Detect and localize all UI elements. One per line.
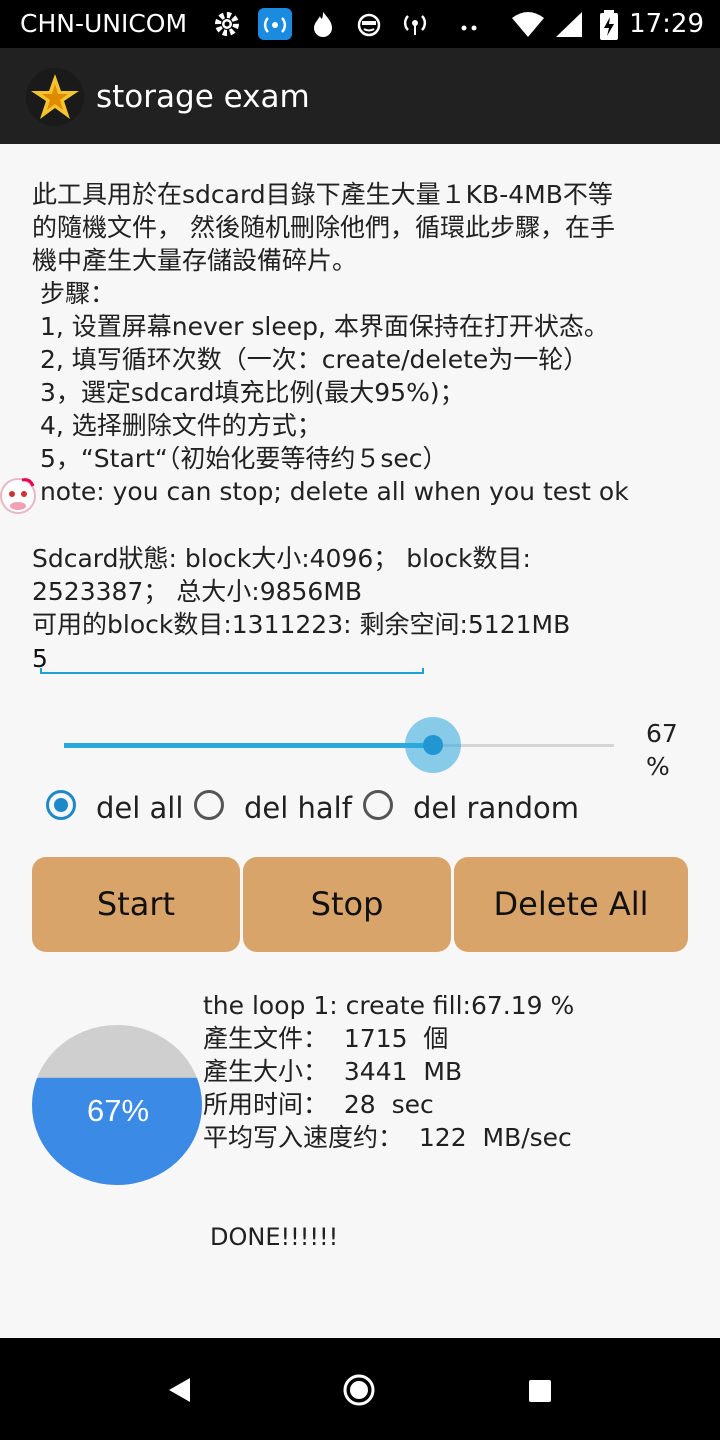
sdcard-status: Sdcard狀態: block大小:4096； block数目: 2523387…	[32, 542, 692, 641]
stats-line: 平均写入速度约： 122 MB/sec	[203, 1123, 572, 1152]
pie-percent-label: 67%	[87, 1093, 149, 1128]
signal-broadcast-icon	[400, 10, 430, 38]
instruction-line: 1, 设置屏幕never sleep, 本界面保持在打开状态。	[32, 312, 609, 341]
radio-label: del half	[244, 791, 352, 825]
instruction-line: 2, 填写循环次数（一次：create/delete为一轮）	[32, 345, 589, 374]
stats-line: 所用时间： 28 sec	[203, 1090, 434, 1119]
loop-count-input[interactable]: 5	[32, 644, 424, 674]
status-time: 17:29	[629, 9, 704, 39]
slider-fill	[64, 743, 433, 748]
instruction-line: 5，“Start“（初始化要等待约５sec）	[32, 444, 448, 473]
slider-value-label: 67	[646, 719, 678, 748]
sdcard-status-line: 可用的block数目:1311223: 剩余空间:5121MB	[32, 610, 571, 639]
status-bar: CHN-UNICOM 17:29	[0, 0, 720, 48]
main-content: 此工具用於在sdcard目錄下產生大量１KB-4MB不等 的隨機文件， 然後随机…	[0, 144, 720, 1338]
stats-line: the loop 1: create fill:67.19 %	[203, 991, 575, 1020]
radio-button-icon	[46, 790, 76, 820]
back-icon[interactable]	[166, 1376, 194, 1404]
instruction-line: 步驟：	[32, 279, 115, 308]
slider-unit-label: %	[646, 752, 670, 781]
carrier-name: CHN-UNICOM	[20, 9, 188, 38]
stop-button[interactable]: Stop	[243, 857, 451, 952]
instruction-line: 此工具用於在sdcard目錄下產生大量１KB-4MB不等	[32, 180, 613, 209]
home-icon[interactable]	[342, 1373, 376, 1407]
instructions-text: 此工具用於在sdcard目錄下產生大量１KB-4MB不等 的隨機文件， 然後随机…	[32, 178, 692, 508]
instruction-line: 機中產生大量存儲設備碎片。	[32, 246, 358, 275]
radio-button-icon	[194, 790, 224, 820]
fill-ratio-slider[interactable]	[64, 717, 614, 773]
app-bar: storage exam	[0, 48, 720, 144]
radio-label: del all	[96, 791, 184, 825]
navigation-bar	[0, 1338, 720, 1440]
recent-apps-icon[interactable]	[527, 1378, 553, 1404]
slider-thumb[interactable]	[423, 735, 443, 755]
fill-progress-pie: 67%	[32, 1025, 202, 1185]
signal-icon	[554, 10, 584, 38]
face-icon	[354, 10, 384, 38]
start-button[interactable]: Start	[32, 857, 240, 952]
sdcard-status-line: 2523387； 总大小:9856MB	[32, 577, 363, 606]
gear-icon	[212, 10, 242, 38]
instruction-line: note: you can stop; delete all when you …	[32, 477, 629, 506]
sdcard-status-line: Sdcard狀態: block大小:4096； block数目:	[32, 544, 531, 573]
star-logo-icon	[26, 68, 84, 126]
stats-line: 產生文件： 1715 個	[203, 1024, 449, 1053]
wifi-hotspot-icon	[258, 8, 292, 40]
instruction-line: 4, 选择删除文件的方式；	[32, 411, 322, 440]
stats-line: 產生大小： 3441 MB	[203, 1057, 463, 1086]
battery-charging-icon	[598, 10, 620, 40]
loop-count-underline	[40, 668, 424, 674]
radio-button-icon	[363, 790, 393, 820]
radio-label: del random	[413, 791, 579, 825]
floating-doodle-icon[interactable]	[0, 474, 36, 530]
loop-stats: the loop 1: create fill:67.19 % 產生文件： 17…	[203, 989, 574, 1154]
delete-all-button[interactable]: Delete All	[454, 857, 688, 952]
app-title: storage exam	[96, 79, 310, 115]
done-message: DONE!!!!!!	[210, 1223, 339, 1251]
flame-icon	[308, 10, 338, 38]
instruction-line: 的隨機文件， 然後随机刪除他們，循環此步驟，在手	[32, 213, 615, 242]
wifi-icon	[510, 10, 546, 38]
instruction-line: 3，選定sdcard填充比例(最大95%)；	[32, 378, 465, 407]
more-dots-icon	[454, 10, 484, 38]
